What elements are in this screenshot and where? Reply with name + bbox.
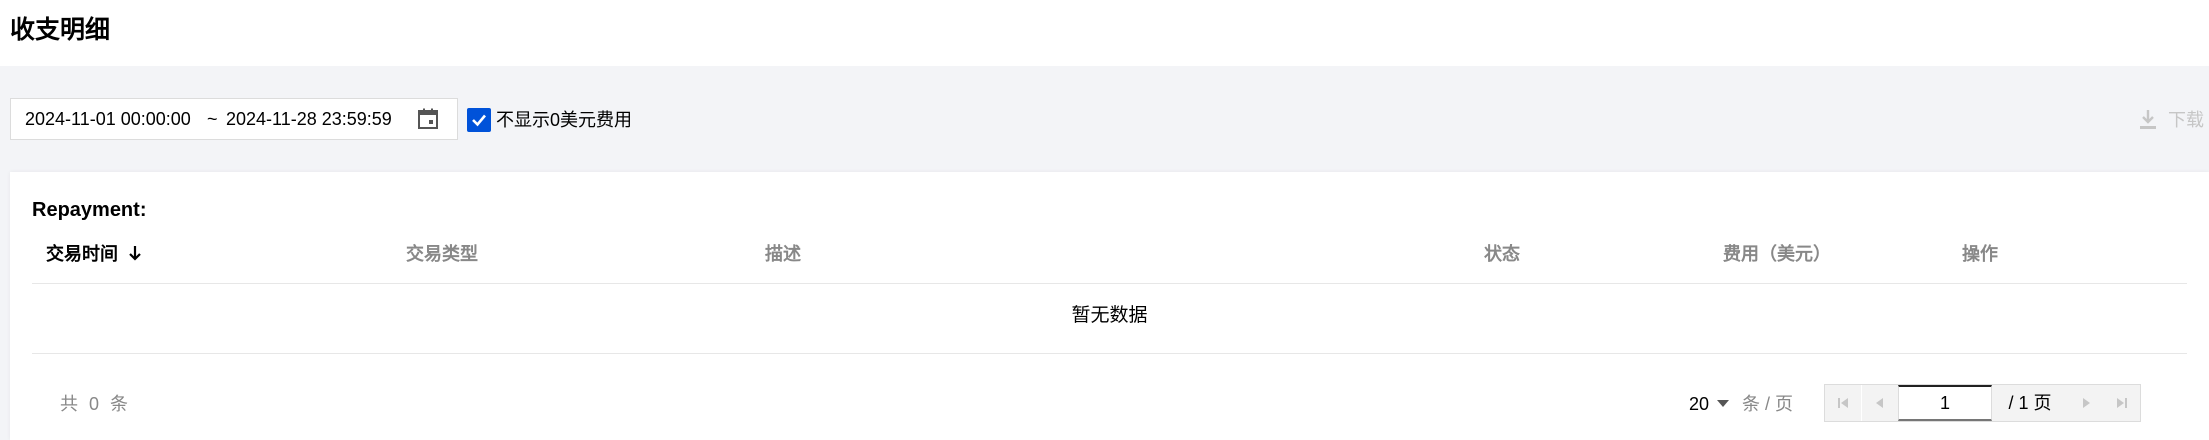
date-separator: ~ (207, 109, 218, 129)
column-header-label: 交易时间 (46, 244, 118, 264)
column-header-fee: 费用（美元） (1723, 244, 1831, 264)
column-header-type: 交易类型 (406, 244, 478, 264)
next-page-icon (2083, 398, 2090, 408)
sort-desc-icon[interactable] (128, 244, 142, 262)
page-number-input[interactable] (1898, 385, 1992, 421)
table-bottom-divider (32, 353, 2187, 354)
download-label: 下载 (2168, 110, 2204, 130)
hide-zero-fee-checkbox[interactable] (467, 108, 491, 132)
page-title: 收支明细 (10, 16, 111, 44)
section-title: Repayment: (32, 199, 147, 221)
total-pages: / 1 页 (1992, 385, 2068, 421)
page-header: 收支明细 (0, 0, 2209, 66)
column-header-actions: 操作 (1962, 244, 1998, 264)
caret-down-icon (1717, 400, 1730, 407)
first-page-button[interactable] (1825, 385, 1861, 421)
date-range-picker[interactable]: 2024-11-01 00:00:00 ~ 2024-11-28 23:59:5… (10, 98, 458, 140)
column-header-status: 状态 (1484, 244, 1520, 264)
header-divider (32, 283, 2187, 284)
column-header-time[interactable]: 交易时间 (46, 240, 142, 268)
checkmark-icon (472, 114, 486, 127)
column-header-description: 描述 (765, 244, 801, 264)
prev-page-icon (1876, 398, 1883, 408)
download-icon (2140, 110, 2156, 129)
page-size-select[interactable]: 20 (1689, 390, 1730, 418)
per-page-label: 条 / 页 (1742, 394, 1794, 414)
first-page-icon (1838, 398, 1848, 408)
calendar-icon[interactable] (417, 108, 439, 130)
page-size-value: 20 (1689, 394, 1710, 414)
filter-toolbar: 2024-11-01 00:00:00 ~ 2024-11-28 23:59:5… (0, 66, 2209, 170)
date-end: 2024-11-28 23:59:59 (226, 109, 392, 129)
empty-state: 暂无数据 (1071, 305, 1148, 326)
date-start: 2024-11-01 00:00:00 (25, 109, 191, 129)
total-count: 共 0 条 (60, 394, 129, 414)
next-page-button[interactable] (2068, 385, 2104, 421)
pagination-jumper: / 1 页 (1824, 384, 2141, 422)
transactions-card: Repayment: 交易时间 交易类型 描述 状态 费用（美元） 操作 暂无数… (10, 172, 2209, 440)
last-page-button[interactable] (2104, 385, 2140, 421)
hide-zero-fee-label[interactable]: 不显示0美元费用 (496, 106, 632, 134)
prev-page-button[interactable] (1862, 385, 1898, 421)
last-page-icon (2117, 398, 2127, 408)
